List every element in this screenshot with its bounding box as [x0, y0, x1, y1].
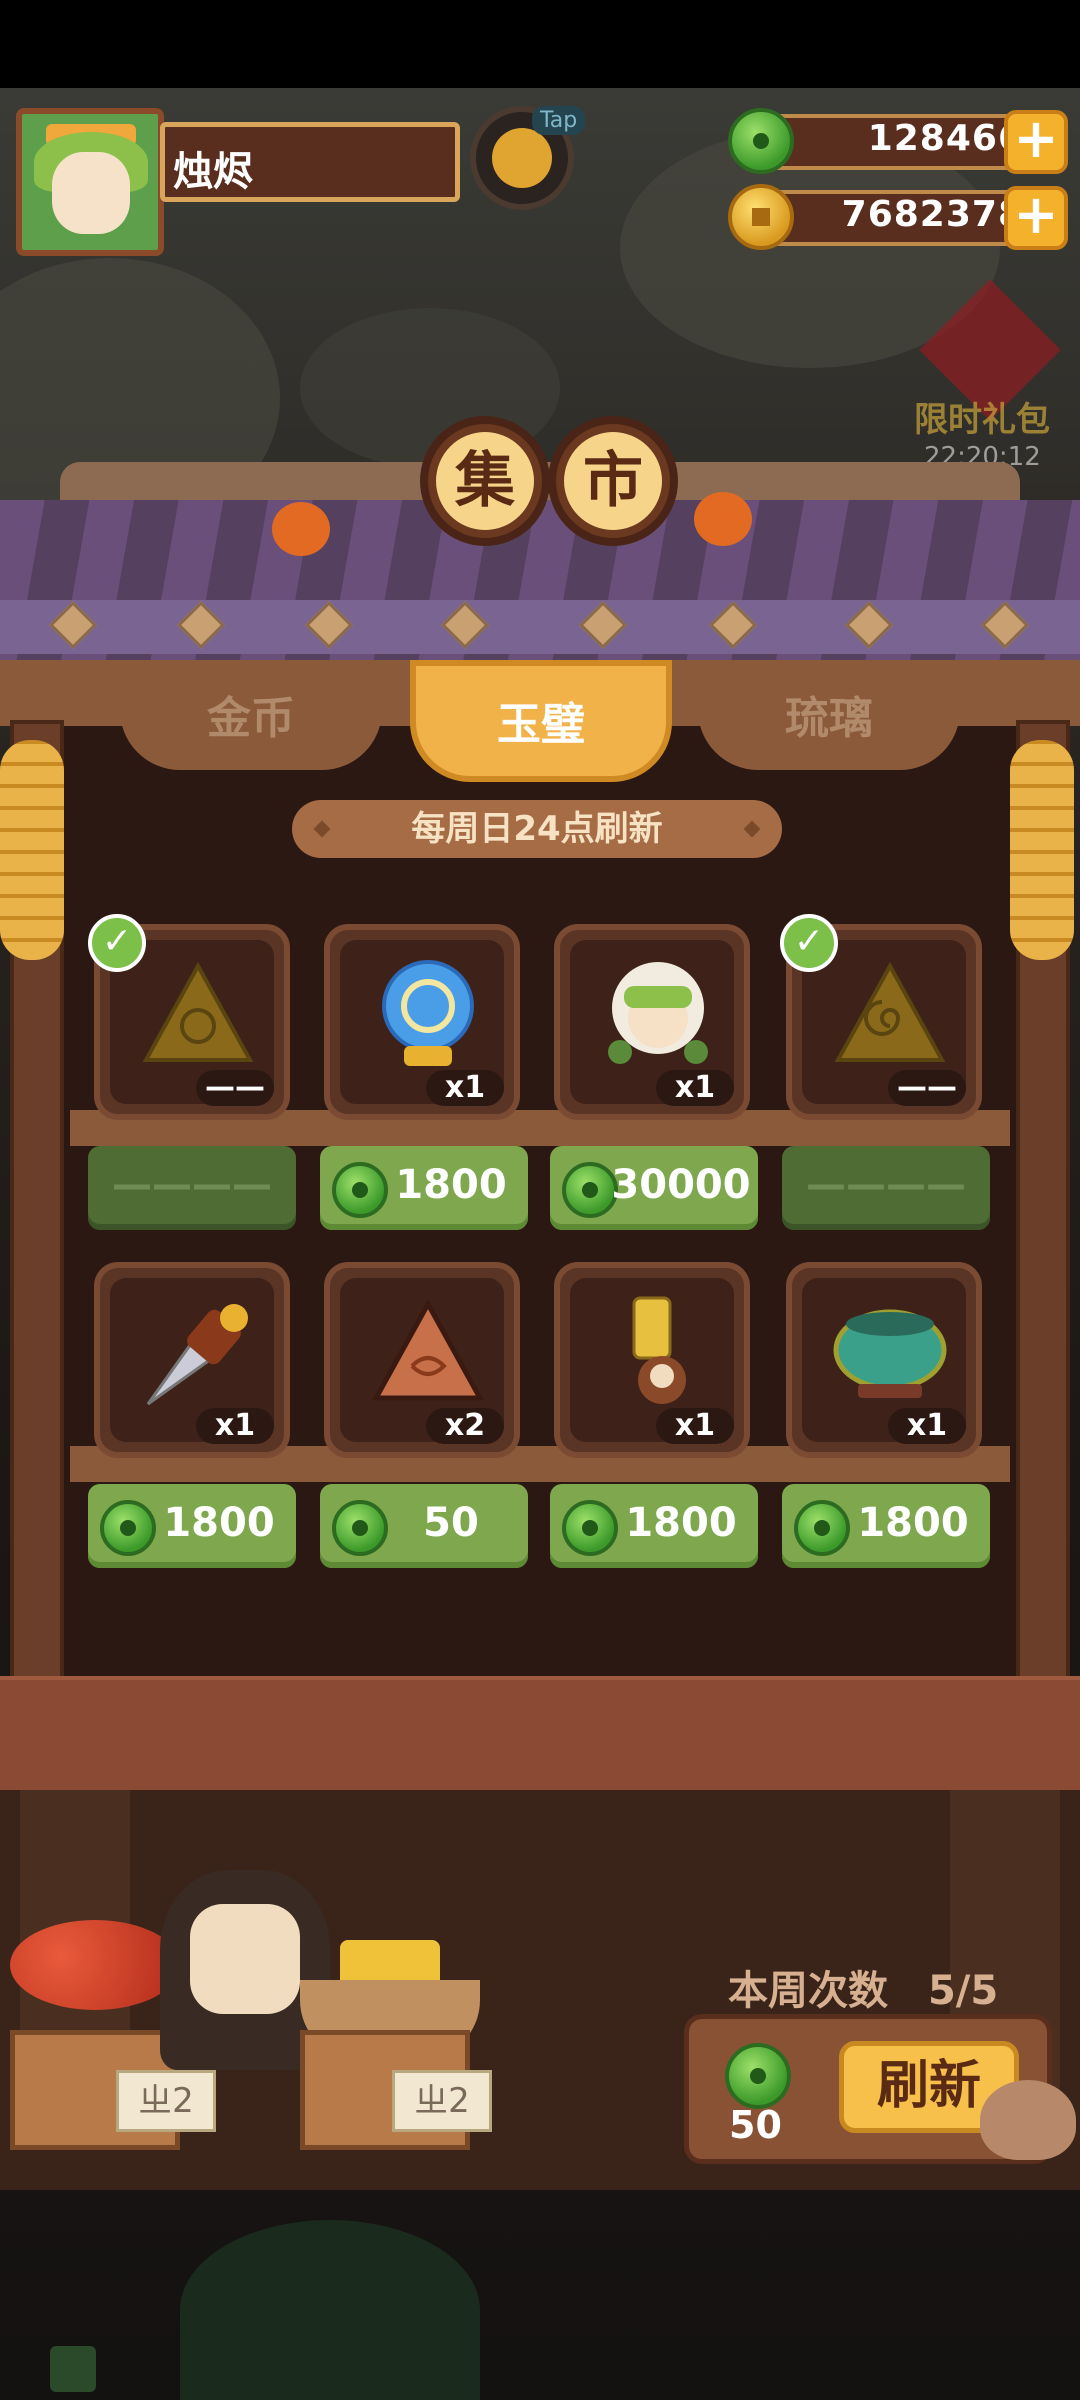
price-button[interactable]: 1800	[88, 1484, 296, 1568]
price-button[interactable]: 1800	[320, 1146, 528, 1230]
market-title-right: 市	[548, 416, 678, 546]
item-quantity: x1	[196, 1408, 274, 1444]
spiral-shard-icon	[834, 961, 946, 1062]
jade-coin-icon	[725, 2043, 791, 2109]
persimmon-icon	[694, 492, 752, 546]
shop-item-slot[interactable]: x2	[324, 1262, 520, 1458]
price-value: 1800	[625, 1500, 737, 1546]
refresh-cost: 50	[729, 2103, 782, 2147]
girl-figure-icon	[608, 962, 708, 1064]
cat-mascot	[980, 2080, 1076, 2160]
market-title-char: 集	[436, 432, 534, 530]
tap-button[interactable]: Tap	[470, 106, 586, 210]
gold-coin-icon	[728, 184, 794, 250]
price-button: ————	[782, 1146, 990, 1230]
limited-gift-button[interactable]: 限时礼包 22:20:12	[904, 279, 1074, 480]
item-quantity: x1	[656, 1070, 734, 1106]
smile-icon	[492, 128, 552, 188]
item-quantity: x1	[426, 1070, 504, 1106]
drill-tool-icon	[146, 1304, 248, 1406]
shop-item-slot[interactable]: x1	[94, 1262, 290, 1458]
tab-label: 玉璧	[497, 699, 585, 750]
gift-label: 限时礼包	[914, 400, 1050, 440]
price-value: 30000	[611, 1162, 751, 1208]
price-value: 50	[423, 1500, 479, 1546]
tomato-pile	[10, 1920, 180, 2010]
corner-square	[50, 2346, 96, 2392]
purchased-check-icon: ✓	[88, 914, 146, 972]
price-sign: ㄓ2	[116, 2070, 216, 2132]
price-button[interactable]: 30000	[550, 1146, 758, 1230]
market-title-char: 市	[564, 432, 662, 530]
roof-edge	[0, 600, 1080, 654]
shop-item-slot[interactable]: x1	[554, 1262, 750, 1458]
market-title-left: 集	[420, 416, 550, 546]
price-value: 1800	[163, 1500, 275, 1546]
item-quantity: x1	[888, 1408, 966, 1444]
corn-decoration	[0, 740, 64, 960]
price-value: 1800	[857, 1500, 969, 1546]
price-value: 1800	[395, 1162, 507, 1208]
jade-resource: 128466 +	[728, 108, 1068, 174]
item-quantity: x1	[656, 1408, 734, 1444]
persimmon-icon	[272, 502, 330, 556]
weekly-refresh-note: 每周日24点刷新	[292, 800, 782, 858]
price-sign: ㄓ2	[392, 2070, 492, 2132]
price-value: ————	[806, 1162, 966, 1208]
blue-conch-icon	[382, 960, 474, 1066]
tab-glaze[interactable]: 琉璃	[698, 660, 960, 770]
daruma-key-icon	[632, 1296, 686, 1404]
clay-shard-icon	[371, 1298, 485, 1401]
tab-gold[interactable]: 金币	[120, 660, 382, 770]
tap-label: Tap	[532, 106, 586, 135]
price-button[interactable]: 1800	[550, 1484, 758, 1568]
tab-label: 琉璃	[785, 693, 873, 744]
price-button[interactable]: 50	[320, 1484, 528, 1568]
item-quantity: ——	[888, 1070, 966, 1106]
price-button[interactable]: 1800	[782, 1484, 990, 1568]
add-gold-button[interactable]: +	[1004, 186, 1068, 250]
shop-item-slot[interactable]: x1	[554, 924, 750, 1120]
tab-label: 金币	[207, 693, 295, 744]
stall-counter	[0, 1680, 1080, 1790]
item-quantity: x2	[426, 1408, 504, 1444]
corn-decoration	[1010, 740, 1074, 960]
price-button: ————	[88, 1146, 296, 1230]
weekly-count-label: 本周次数	[728, 1968, 888, 2014]
add-jade-button[interactable]: +	[1004, 110, 1068, 174]
shop-item-slot[interactable]: x1	[324, 924, 520, 1120]
gold-resource: 7682378 +	[728, 184, 1068, 250]
gold-amount: 7682378	[841, 194, 1024, 235]
purchased-check-icon: ✓	[780, 914, 838, 972]
turtle-shard-icon	[142, 961, 254, 1062]
shop-item-slot[interactable]: x1	[786, 1262, 982, 1458]
jade-amount: 128466	[867, 118, 1024, 159]
jade-cauldron-icon	[833, 1309, 947, 1398]
status-bar	[0, 0, 1080, 88]
player-name: 烛烬	[173, 149, 253, 195]
jade-coin-icon	[728, 108, 794, 174]
player-avatar[interactable]	[16, 108, 164, 256]
foreground-plant	[180, 2220, 480, 2400]
price-value: ————	[112, 1162, 272, 1208]
item-quantity: ——	[196, 1070, 274, 1106]
tab-jade[interactable]: 玉璧	[410, 660, 672, 782]
player-name-plate: 烛烬	[160, 122, 460, 202]
weekly-count-value: 5/5	[927, 1968, 999, 2014]
weekly-count: 本周次数 5/5	[728, 1958, 998, 2016]
